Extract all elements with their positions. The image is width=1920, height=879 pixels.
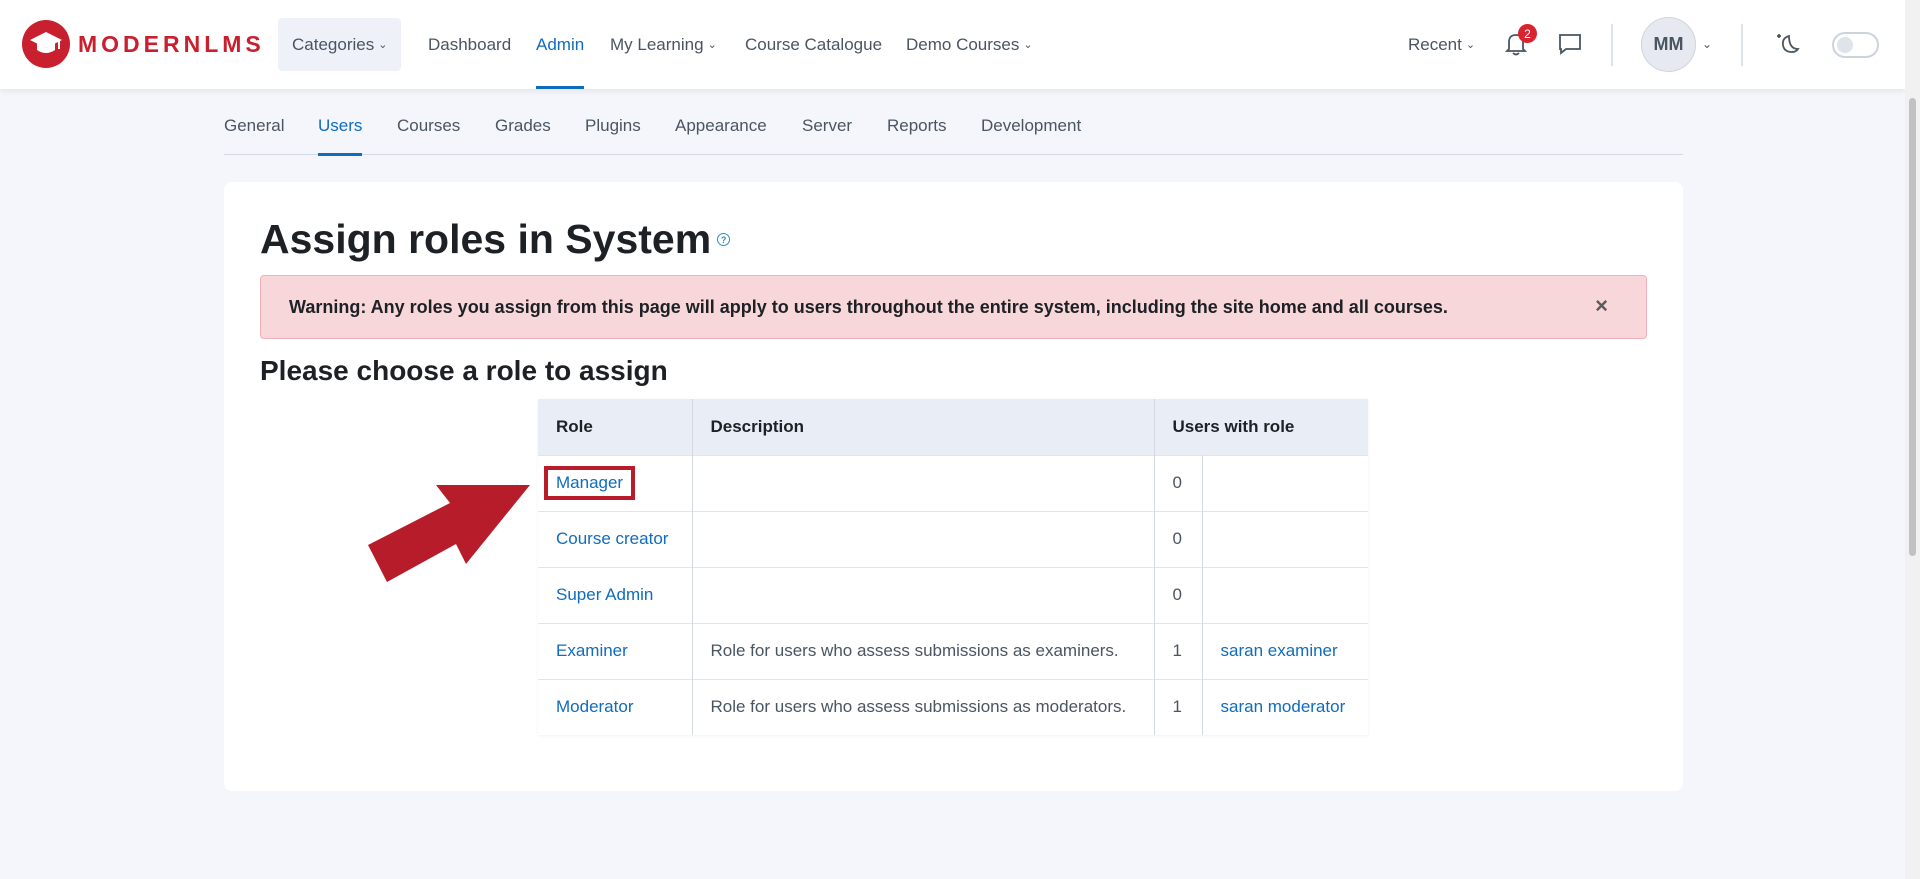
table-row: Course creator 0 [538,510,1368,567]
warning-text: Warning: Any roles you assign from this … [289,296,1448,317]
role-link-moderator[interactable]: Moderator [556,697,633,716]
description-cell [692,454,1155,511]
tab-grades[interactable]: Grades [495,108,551,155]
roles-table: Role Description Users with role Manager… [538,399,1368,735]
users-cell [1202,510,1368,567]
header-role: Role [538,399,693,455]
chevron-down-icon: ⌄ [707,39,717,51]
logo-text: MODERNLMS [78,30,265,57]
description-cell: Role for users who assess submissions as… [692,678,1155,735]
section-heading: Please choose a role to assign [260,355,668,386]
table-row: Examiner Role for users who assess submi… [538,622,1368,679]
navbar-divider [1741,24,1743,66]
tab-general[interactable]: General [224,108,284,155]
highlight-box: Manager [544,466,636,500]
users-cell: saran examiner [1202,622,1368,679]
role-cell: Super Admin [538,566,693,623]
close-icon[interactable]: × [1595,295,1608,317]
role-cell: Course creator [538,510,693,567]
theme-toggle[interactable] [1832,32,1879,58]
role-link-examiner[interactable]: Examiner [556,641,628,660]
navbar-divider [1611,24,1613,66]
site-logo[interactable]: MODERNLMS [22,20,265,68]
users-cell [1202,566,1368,623]
role-link-course-creator[interactable]: Course creator [556,529,668,548]
nav-admin[interactable]: Admin [536,0,585,89]
page-title-text: Assign roles in System [260,216,712,262]
chevron-down-icon: ⌄ [378,39,388,51]
tab-reports[interactable]: Reports [887,108,947,155]
nav-recent[interactable]: Recent ⌄ [1408,0,1475,89]
count-cell: 1 [1154,678,1203,735]
chevron-down-icon: ⌄ [1465,39,1476,51]
role-cell: Moderator [538,678,693,735]
nav-demo-courses-label: Demo Courses [906,34,1020,54]
nav-course-catalogue[interactable]: Course Catalogue [745,0,882,89]
nav-demo-courses[interactable]: Demo Courses ⌄ [906,0,1033,89]
users-cell: saran moderator [1202,678,1368,735]
user-link-saran-examiner[interactable]: saran examiner [1221,641,1338,660]
nav-dashboard-label: Dashboard [428,34,512,54]
nav-categories[interactable]: Categories ⌄ [278,18,402,71]
nav-categories-label: Categories [292,34,375,54]
help-icon[interactable]: ? [717,233,731,246]
dark-mode-icon[interactable] [1771,28,1803,60]
description-cell [692,566,1155,623]
toggle-knob [1837,37,1853,53]
nav-course-catalogue-label: Course Catalogue [745,34,883,54]
tab-server[interactable]: Server [802,108,852,155]
tab-users[interactable]: Users [318,108,363,156]
tab-courses[interactable]: Courses [397,108,460,155]
warning-alert: Warning: Any roles you assign from this … [260,275,1647,339]
page-title: Assign roles in System ? [260,216,731,263]
chevron-down-icon[interactable]: ⌄ [1693,28,1721,60]
count-cell: 0 [1154,454,1203,511]
nav-admin-label: Admin [536,34,585,54]
table-row: Manager 0 [538,454,1368,511]
table-row: Super Admin 0 [538,566,1368,623]
header-users-with-role: Users with role [1154,399,1368,455]
chevron-down-icon: ⌄ [1023,39,1033,51]
avatar[interactable]: MM [1641,17,1696,72]
table-row: Moderator Role for users who assess subm… [538,678,1368,735]
role-link-super-admin[interactable]: Super Admin [556,585,653,604]
role-link-manager[interactable]: Manager [556,473,623,492]
user-link-saran-moderator[interactable]: saran moderator [1221,697,1346,716]
users-cell [1202,454,1368,511]
chat-icon[interactable] [1554,28,1586,60]
description-cell [692,510,1155,567]
description-cell: Role for users who assess submissions as… [692,622,1155,679]
role-cell: Examiner [538,622,693,679]
graduation-cap-icon [22,20,70,68]
page-scrollbar[interactable] [1905,0,1920,879]
header-description: Description [692,399,1155,455]
nav-my-learning[interactable]: My Learning ⌄ [610,0,717,89]
top-navbar: MODERNLMS Categories ⌄ Dashboard Admin M… [0,0,1905,89]
admin-tabs: General Users Courses Grades Plugins App… [224,108,1683,156]
nav-recent-label: Recent [1408,34,1462,54]
count-cell: 1 [1154,622,1203,679]
nav-dashboard[interactable]: Dashboard [428,0,511,89]
nav-my-learning-label: My Learning [610,34,704,54]
notification-badge: 2 [1518,24,1537,43]
annotation-arrow [368,485,530,582]
tab-development[interactable]: Development [981,108,1081,155]
tab-appearance[interactable]: Appearance [675,108,767,155]
table-header-row: Role Description Users with role [538,399,1368,455]
scrollbar-thumb[interactable] [1909,98,1916,556]
count-cell: 0 [1154,566,1203,623]
count-cell: 0 [1154,510,1203,567]
tab-plugins[interactable]: Plugins [585,108,641,155]
role-cell: Manager [538,454,693,511]
